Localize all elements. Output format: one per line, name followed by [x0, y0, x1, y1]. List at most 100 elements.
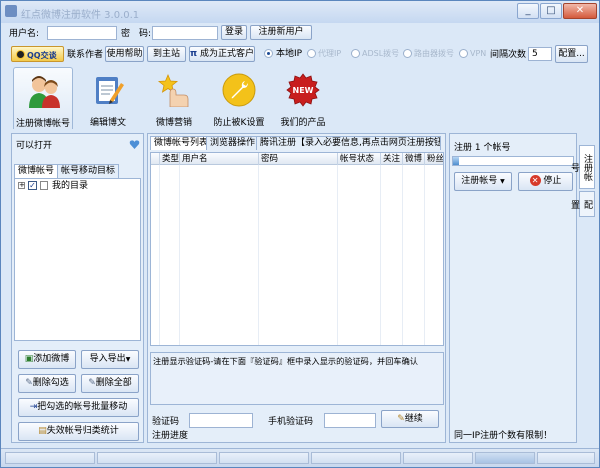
tab-account-list[interactable]: 微博帐号列表 [150, 136, 213, 150]
delete-checked-button[interactable]: ✎删除勾选 [18, 374, 76, 393]
column-header[interactable]: 关注 [380, 153, 402, 165]
batch-move-button[interactable]: ⇥把勾选的帐号批量移动 [18, 398, 139, 417]
window-title: 红点微博注册软件 3.0.0.1 [21, 10, 140, 21]
tab-move-target[interactable]: 帐号移动目标 [57, 164, 120, 178]
vtab-register-accounts[interactable]: 注册帐号 [569, 145, 595, 189]
invalid-stats-label: 失效帐号归类统计 [46, 426, 119, 436]
ribbon-label: 防止被K设置 [213, 118, 265, 128]
add-weibo-label: 添加微博 [33, 354, 70, 364]
contact-author-link[interactable]: 联系作者 [67, 49, 103, 61]
left-panel: 可以打开 微博帐号 帐号移动目标 + ✓ 我的目录 ▣添加微博 导入导出▼ ✎删… [11, 133, 144, 443]
status-bar [1, 448, 599, 467]
column-header[interactable]: 密码 [258, 153, 337, 165]
ip-limit-note: 同一IP注册个数有限制！ [454, 431, 553, 441]
status-cell [97, 452, 217, 464]
radio-local-ip-label: 本地IP [276, 49, 303, 59]
ribbon-register-accounts[interactable]: 注册微博帐号 [13, 67, 73, 129]
grid-line [424, 165, 425, 345]
ribbon-label: 编辑博文 [89, 118, 126, 128]
radio-local-ip[interactable] [264, 49, 273, 58]
qq-chat-button[interactable]: QQ交谈 [11, 46, 64, 62]
qq-chat-label: QQ交谈 [27, 51, 57, 60]
interval-input[interactable]: 5 [528, 47, 552, 61]
column-header[interactable]: 微博 [402, 153, 424, 165]
register-account-button[interactable]: 注册帐号 ▼ [454, 172, 512, 191]
grid-line [380, 165, 381, 345]
column-header[interactable]: 用户名 [179, 153, 258, 165]
expand-icon[interactable]: + [18, 182, 25, 189]
app-icon [5, 5, 17, 17]
import-export-button[interactable]: 导入导出▼ [81, 350, 139, 369]
radio-router[interactable] [403, 49, 412, 58]
tab-tencent-register[interactable]: 腾讯注册【录入必要信息,再点击网页注册按钮】 [256, 136, 441, 150]
tab-browser-ops[interactable]: 浏览器操作 [206, 136, 260, 150]
pi-icon: π [190, 49, 198, 59]
register-count-label: 注册 1 个帐号 [454, 143, 511, 153]
ribbon-anti-ban-settings[interactable]: 防止被K设置 [209, 67, 269, 129]
radio-vpn-label: VPN [470, 49, 487, 58]
grid-line [258, 165, 259, 345]
captcha-tip: 注册显示验证码-请在下面『验证码』框中录入显示的验证码，并回车确认 [153, 356, 418, 366]
tree-root-label[interactable]: 我的目录 [52, 180, 88, 192]
password-input[interactable] [152, 26, 218, 40]
tab-weibo-accounts[interactable]: 微博帐号 [14, 164, 59, 178]
title-bar: 红点微博注册软件 3.0.0.1 _ □ ✕ [1, 1, 599, 23]
tree-checkbox[interactable]: ✓ [28, 181, 37, 190]
notepad-pencil-icon [96, 77, 124, 104]
vtab-config[interactable]: 配置 [569, 191, 595, 217]
stop-button[interactable]: ✕ 停止 [518, 172, 573, 191]
status-cell [5, 452, 95, 464]
phone-captcha-input[interactable] [324, 413, 376, 428]
new-badge-icon: NEW [286, 73, 320, 107]
progress-label: 注册进度 [152, 431, 189, 441]
username-input[interactable] [47, 26, 117, 40]
radio-proxy-ip[interactable] [307, 49, 316, 58]
delete-all-label: 删除全部 [95, 378, 132, 388]
add-weibo-button[interactable]: ▣添加微博 [18, 350, 76, 369]
status-cell [537, 452, 595, 464]
radio-router-label: 路由器拨号 [414, 49, 454, 58]
account-tree: + ✓ 我的目录 [14, 178, 141, 341]
status-cell [403, 452, 473, 464]
config-button[interactable]: 配置... [555, 45, 588, 63]
register-account-label: 注册帐号 [461, 176, 498, 186]
grid-line [337, 165, 338, 345]
middle-panel: 微博帐号列表 浏览器操作 腾讯注册【录入必要信息,再点击网页注册按钮】 类型 用… [147, 133, 446, 443]
become-customer-label: 成为正式客户 [200, 49, 255, 59]
folder-stats-icon: ▤ [38, 426, 47, 436]
maximize-button[interactable]: □ [540, 3, 562, 19]
continue-button[interactable]: ✎继续 [381, 410, 439, 428]
password-label: 密 码: [121, 29, 152, 39]
dropdown-arrow-icon: ▼ [125, 356, 131, 363]
ribbon-our-products[interactable]: NEW 我们的产品 [273, 67, 333, 129]
main-site-button[interactable]: 到主站 [147, 46, 186, 62]
pencil-icon: ✎ [397, 414, 405, 424]
become-customer-button[interactable]: π 成为正式客户 [189, 46, 255, 62]
radio-vpn[interactable] [459, 49, 468, 58]
grid-header: 类型 用户名 密码 帐号状态 关注 微博 粉丝 [151, 153, 443, 165]
captcha-input[interactable] [189, 413, 253, 428]
login-button[interactable]: 登录 [221, 25, 247, 40]
row-indicator-header [151, 153, 159, 165]
ribbon-weibo-marketing[interactable]: 微博营销 [144, 67, 204, 129]
add-icon: ▣ [24, 354, 34, 364]
account-grid[interactable]: 类型 用户名 密码 帐号状态 关注 微博 粉丝 [150, 152, 444, 346]
column-header[interactable]: 类型 [159, 153, 179, 165]
column-header[interactable]: 粉丝 [424, 153, 443, 165]
close-button[interactable]: ✕ [563, 3, 597, 19]
invalid-stats-button[interactable]: ▤失效帐号归类统计 [18, 422, 139, 441]
stop-icon: ✕ [529, 175, 541, 186]
grid-line [402, 165, 403, 345]
radio-adsl[interactable] [351, 49, 360, 58]
wrench-icon [222, 73, 256, 107]
register-user-button[interactable]: 注册新用户 [250, 25, 312, 40]
help-button[interactable]: 使用帮助 [105, 46, 144, 62]
delete-all-button[interactable]: ✎删除全部 [81, 374, 139, 393]
status-cell [311, 452, 401, 464]
minimize-button[interactable]: _ [517, 3, 539, 19]
column-header[interactable]: 帐号状态 [337, 153, 380, 165]
batch-move-label: 把勾选的帐号批量移动 [37, 402, 128, 412]
stop-label: 停止 [543, 176, 562, 186]
ribbon-edit-posts[interactable]: 编辑博文 [78, 67, 138, 129]
captcha-area: 注册显示验证码-请在下面『验证码』框中录入显示的验证码，并回车确认 [150, 352, 444, 405]
